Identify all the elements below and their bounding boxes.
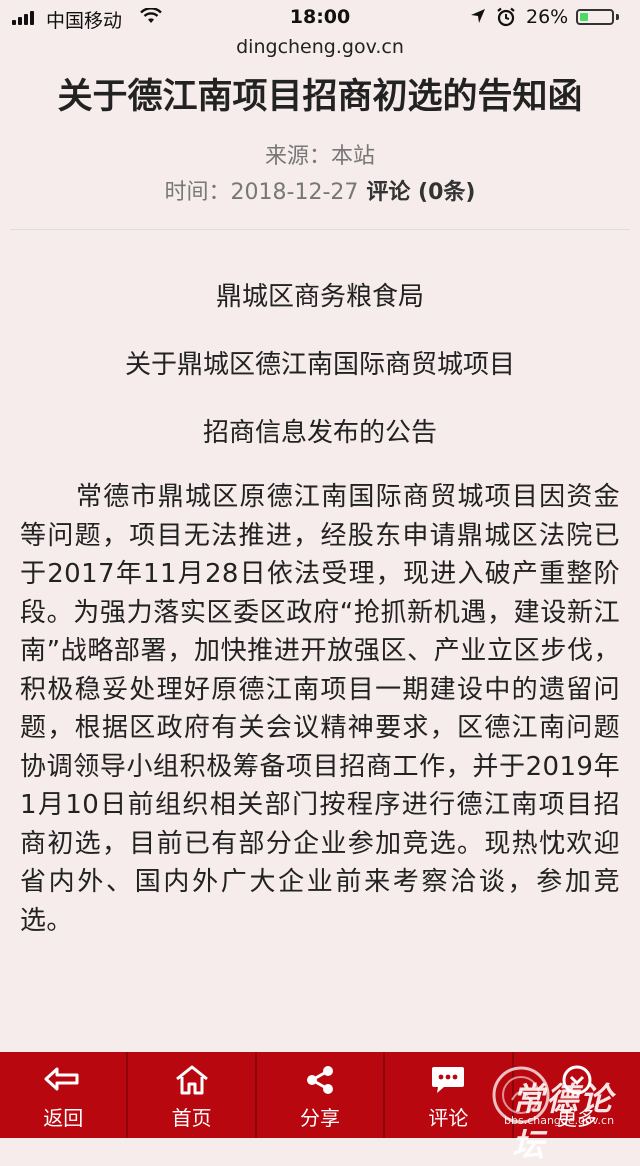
status-bar: 中国移动 18:00 26% xyxy=(0,0,640,34)
comment-icon xyxy=(430,1064,466,1096)
issuer-line: 鼎城区商务粮食局 xyxy=(215,282,424,312)
back-arrow-icon xyxy=(43,1064,83,1096)
watermark-url: bbs.changde.gov.cn xyxy=(504,1114,615,1127)
battery-percent: 26% xyxy=(526,6,569,28)
comments-count-link[interactable]: 评论 (0条) xyxy=(366,180,475,205)
location-icon xyxy=(471,9,485,23)
article-date: 时间：2018-12-27 xyxy=(164,180,359,205)
battery-level xyxy=(580,13,588,21)
nav-label: 返回 xyxy=(43,1106,84,1130)
home-icon xyxy=(174,1064,210,1096)
article-body: 常德市鼎城区原德江南国际商贸城项目因资金等问题，项目无法推进，经股东申请鼎城区法… xyxy=(20,482,620,936)
article-meta: 时间：2018-12-27 评论 (0条) xyxy=(0,174,640,206)
address-bar[interactable]: dingcheng.gov.cn xyxy=(0,34,640,64)
nav-share-button[interactable]: 分享 xyxy=(257,1052,386,1138)
nav-label: 分享 xyxy=(300,1106,341,1130)
alarm-icon xyxy=(497,7,515,27)
article-title: 关于德江南项目招商初选的告知函 xyxy=(57,77,583,117)
battery-cap xyxy=(616,14,619,20)
share-icon xyxy=(304,1064,336,1096)
nav-label: 首页 xyxy=(171,1106,212,1130)
notice-heading-line: 关于鼎城区德江南国际商贸城项目 xyxy=(124,350,515,380)
nav-home-button[interactable]: 首页 xyxy=(128,1052,257,1138)
nav-back-button[interactable]: 返回 xyxy=(0,1052,129,1138)
notice-heading-line: 招商信息发布的公告 xyxy=(202,418,437,448)
forum-watermark: 常德论坛 bbs.changde.gov.cn xyxy=(490,1064,640,1164)
article-source: 来源：本站 xyxy=(264,144,375,169)
battery-icon xyxy=(576,9,614,25)
nav-label: 评论 xyxy=(428,1106,469,1130)
divider xyxy=(10,229,630,230)
